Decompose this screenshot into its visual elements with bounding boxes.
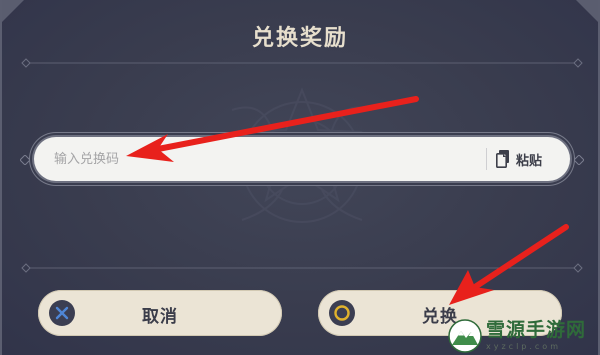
redeem-code-input[interactable] [54,147,474,171]
divider-bottom [21,263,583,273]
redeem-dialog: 兑换奖励 粘 [0,0,600,355]
paste-icon [496,150,509,168]
redeem-code-box: 粘贴 [34,137,570,181]
paste-divider [486,148,487,170]
cancel-label: 取消 [142,307,178,327]
cancel-button[interactable]: 取消 [38,290,282,336]
watermark-url: xyzclp.com [486,342,561,351]
dialog-title: 兑换奖励 [251,26,348,51]
divider-top [21,58,583,68]
diamond-ornament [574,155,584,165]
diamond-ornament [20,155,30,165]
paste-button[interactable]: 粘贴 [496,144,566,174]
site-watermark: 雪源手游网 xyzclp.com [448,318,598,354]
redeem-code-row: 粘贴 [20,135,584,185]
watermark-site-name: 雪源手游网 [486,319,587,341]
mountain-logo-icon [448,319,482,353]
paste-label: 粘贴 [516,153,543,169]
